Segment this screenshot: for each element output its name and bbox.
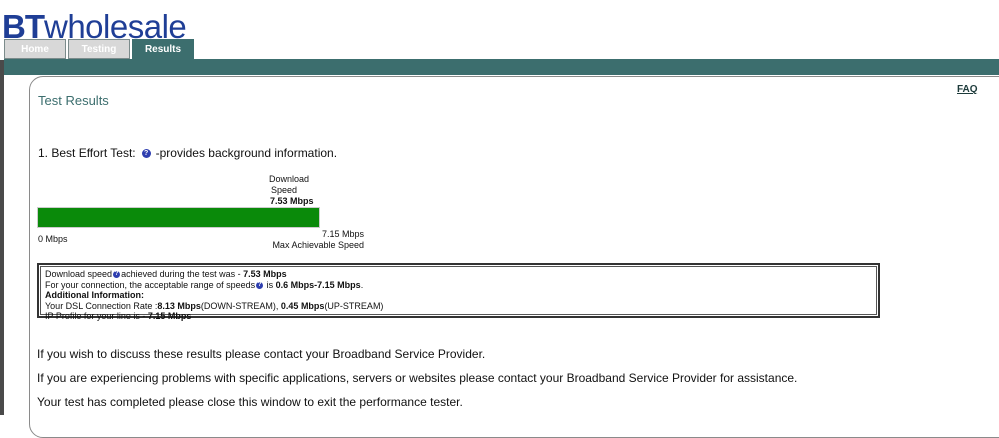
bt-wholesale-logo: BT wholesale: [2, 8, 187, 45]
info-line-ip-profile: IP Profile for your line is - 7.15 Mbps: [45, 311, 872, 322]
download-speed-label: Download Speed: [269, 174, 309, 196]
test-description: -provides background information.: [155, 146, 338, 160]
info-line-dsl-rate: Your DSL Connection Rate :8.13 Mbps(DOWN…: [45, 301, 872, 312]
max-speed-value: 7.15 Mbps: [321, 229, 364, 239]
logo-bt-text: BT: [2, 8, 45, 45]
info-line3-prefix: Your DSL Connection Rate :: [45, 300, 158, 311]
info-line3-down-label: (DOWN-STREAM),: [200, 300, 281, 311]
speed-bar-track: [37, 207, 320, 228]
info-line3-up-value: 0.45 Mbps: [280, 300, 325, 311]
info-line1-prefix: Download speed: [45, 269, 113, 279]
test-heading-text: 1. Best Effort Test:: [38, 146, 136, 160]
window-left-edge: [0, 60, 4, 415]
header-band: [4, 59, 999, 75]
info-line-download: Download speed? achieved during the test …: [45, 269, 872, 280]
info-icon[interactable]: ?: [256, 281, 264, 289]
info-line2-mid: is: [264, 279, 276, 290]
best-effort-test-heading: 1. Best Effort Test: ? -provides backgro…: [38, 146, 337, 160]
tab-home[interactable]: Home: [4, 39, 66, 59]
info-line2-suffix: .: [360, 279, 364, 290]
min-speed-label: 0 Mbps: [38, 234, 68, 244]
info-line2-value: 0.6 Mbps-7.15 Mbps: [275, 279, 361, 290]
problems-text: If you are experiencing problems with sp…: [37, 371, 798, 385]
info-line4-value: 7.15 Mbps: [147, 311, 192, 321]
info-icon[interactable]: ?: [141, 148, 151, 158]
max-speed-label: 7.15 Mbps Max Achievable Speed: [270, 229, 364, 251]
info-line4-prefix: IP Profile for your line is -: [45, 311, 148, 321]
info-icon[interactable]: ?: [113, 271, 121, 279]
speed-bar-fill: [38, 208, 319, 227]
page-title: Test Results: [38, 93, 109, 108]
info-line1-mid: achieved during the test was -: [121, 269, 244, 279]
nav-tabs: Home Testing Results: [4, 39, 196, 59]
info-box: Download speed? achieved during the test …: [37, 263, 880, 321]
additional-heading-text: Additional Information:: [45, 290, 144, 300]
download-label-line2: Speed: [271, 185, 298, 195]
completed-text: Your test has completed please close thi…: [37, 395, 463, 409]
info-additional-heading: Additional Information:: [45, 290, 872, 301]
info-line3-down-value: 8.13 Mbps: [157, 300, 201, 311]
tab-results[interactable]: Results: [132, 39, 194, 59]
info-line-range: For your connection, the acceptable rang…: [45, 280, 872, 291]
download-label-line1: Download: [269, 174, 310, 184]
tab-testing[interactable]: Testing: [68, 39, 130, 59]
logo-wholesale-text: wholesale: [44, 8, 187, 45]
info-box-content: Download speed? achieved during the test …: [40, 266, 877, 321]
contact-provider-text: If you wish to discuss these results ple…: [37, 347, 486, 361]
max-speed-caption: Max Achievable Speed: [272, 240, 364, 250]
faq-link[interactable]: FAQ: [957, 84, 978, 95]
download-speed-value: 7.53 Mbps: [270, 196, 314, 206]
info-line3-up-label: (UP-STREAM): [324, 300, 384, 311]
info-line1-value: 7.53 Mbps: [243, 269, 287, 279]
info-line2-prefix: For your connection, the acceptable rang…: [45, 279, 256, 290]
